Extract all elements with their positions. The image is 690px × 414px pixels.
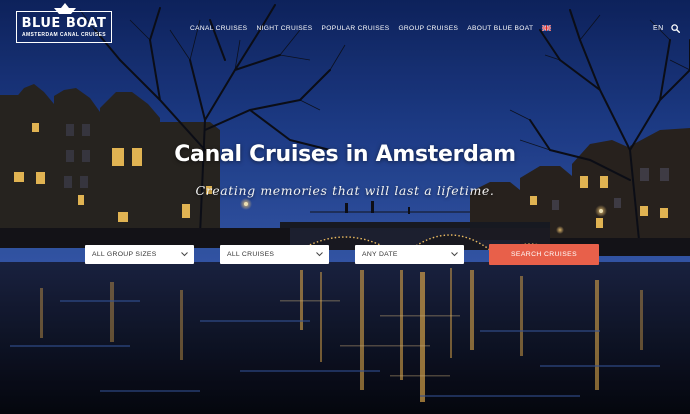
brand-name: BLUE BOAT xyxy=(21,16,107,31)
search-icon[interactable] xyxy=(671,24,680,33)
search-cruises-button[interactable]: SEARCH CRUISES xyxy=(489,244,599,265)
date-value: ANY DATE xyxy=(362,251,398,258)
group-size-value: ALL GROUP SIZES xyxy=(92,251,157,258)
hero-title: Canal Cruises in Amsterdam xyxy=(174,142,516,167)
group-size-select[interactable]: ALL GROUP SIZES xyxy=(85,245,194,264)
language-switcher[interactable]: EN xyxy=(653,24,664,33)
hero-background-image xyxy=(0,0,690,414)
chevron-down-icon xyxy=(316,252,323,257)
nav-about-blue-boat[interactable]: ABOUT BLUE BOAT xyxy=(467,24,533,33)
brand-logo[interactable]: BLUE BOAT AMSTERDAM CANAL CRUISES xyxy=(16,3,112,43)
nav-canal-cruises[interactable]: CANAL CRUISES xyxy=(190,24,247,33)
nav-night-cruises[interactable]: NIGHT CRUISES xyxy=(256,24,312,33)
hero-subtitle: Creating memories that will last a lifet… xyxy=(195,183,495,198)
nav-popular-cruises[interactable]: POPULAR CRUISES xyxy=(322,24,390,33)
cruise-type-value: ALL CRUISES xyxy=(227,251,275,258)
date-select[interactable]: ANY DATE xyxy=(355,245,464,264)
main-nav: CANAL CRUISES NIGHT CRUISES POPULAR CRUI… xyxy=(190,24,552,33)
brand-tagline: AMSTERDAM CANAL CRUISES xyxy=(21,32,107,38)
uk-flag-icon[interactable] xyxy=(542,25,552,31)
nav-group-cruises[interactable]: GROUP CRUISES xyxy=(398,24,458,33)
cruise-type-select[interactable]: ALL CRUISES xyxy=(220,245,329,264)
paper-boat-icon xyxy=(54,3,76,14)
chevron-down-icon xyxy=(181,252,188,257)
chevron-down-icon xyxy=(451,252,458,257)
